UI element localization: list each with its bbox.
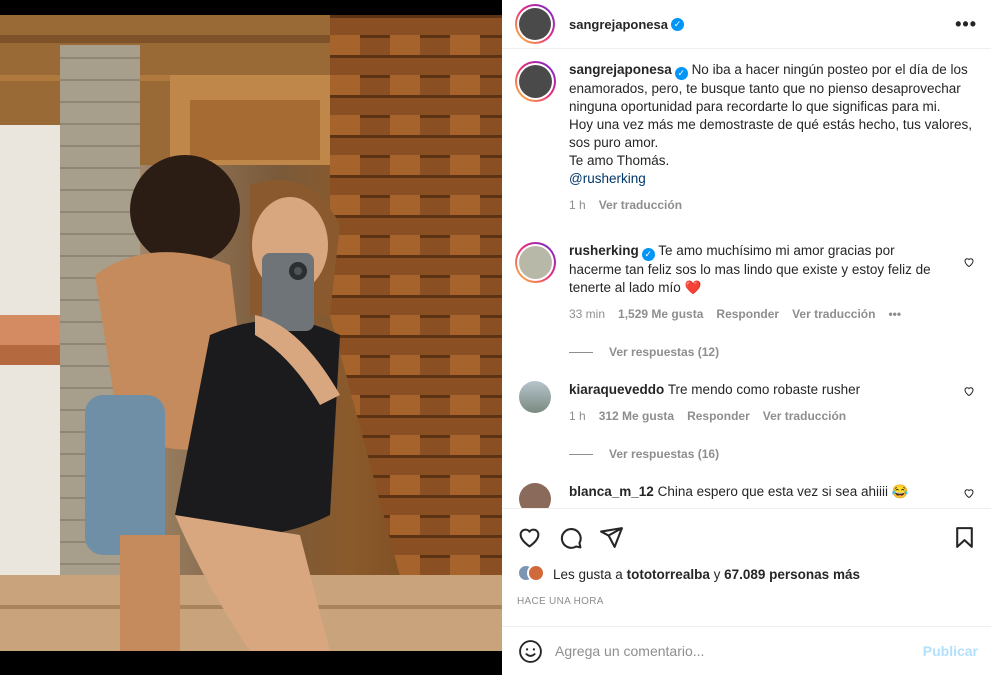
comment-reply-button[interactable]: Responder [687, 407, 750, 425]
publish-button[interactable]: Publicar [923, 643, 978, 659]
likers-avatars[interactable] [517, 564, 545, 584]
comment-like-heart-icon[interactable] [963, 487, 975, 499]
likes-count-link[interactable]: 67.089 personas más [724, 567, 860, 582]
comment-text: China espero que esta vez si sea ahiiii … [657, 484, 909, 499]
verified-icon: ✓ [671, 17, 684, 31]
comment-time[interactable]: 33 min [569, 305, 605, 323]
view-replies-button[interactable]: Ver respuestas (12) [569, 345, 975, 359]
likes-first-user-link[interactable]: tototorrealba [627, 567, 710, 582]
comment-more-icon[interactable]: ••• [888, 305, 901, 323]
comment-text: Tre mendo como robaste rusher [667, 382, 861, 397]
post-photo-illustration [0, 15, 502, 651]
share-plane-icon[interactable] [599, 525, 624, 550]
post-photo-area [0, 0, 502, 675]
post-header: sangrejaponesa ✓ ••• [502, 0, 991, 49]
comment-username[interactable]: rusherking [569, 243, 639, 258]
comment-translate-link[interactable]: Ver traducción [792, 305, 875, 323]
author-avatar-ring[interactable] [515, 4, 555, 44]
caption-avatar[interactable] [519, 65, 552, 98]
save-bookmark-icon[interactable] [952, 525, 977, 550]
caption-mention-link[interactable]: @rusherking [569, 171, 646, 186]
comment-username[interactable]: blanca_m_12 [569, 484, 654, 499]
comment-item: blanca_m_12 China espero que esta vez si… [515, 483, 975, 508]
caption-username[interactable]: sangrejaponesa [569, 62, 672, 77]
replies-divider [569, 453, 593, 455]
caption-text-2: Hoy una vez más me demostraste de qué es… [569, 117, 972, 150]
comment-avatar[interactable] [519, 246, 552, 279]
post-side-panel: sangrejaponesa ✓ ••• sangrejaponesa ✓ No … [502, 0, 991, 675]
like-heart-icon[interactable] [517, 525, 542, 550]
post-timestamp[interactable]: HACE UNA HORA [517, 596, 977, 607]
verified-icon: ✓ [641, 248, 655, 261]
caption-time[interactable]: 1 h [569, 196, 586, 214]
comment-avatar-ring[interactable] [515, 242, 556, 283]
likes-middle: y [713, 566, 721, 582]
verified-icon: ✓ [674, 67, 688, 80]
caption-translate-link[interactable]: Ver traducción [599, 196, 682, 214]
post-actions: Les gusta a tototorrealba y 67.089 perso… [502, 508, 991, 607]
comment-item: rusherking ✓ Te amo muchísimo mi amor gra… [515, 242, 975, 323]
comment-avatar[interactable] [519, 381, 551, 413]
view-replies-label: Ver respuestas (16) [609, 447, 720, 461]
comment-time[interactable]: 1 h [569, 407, 586, 425]
comment-avatar[interactable] [519, 483, 551, 508]
comment-like-heart-icon[interactable] [963, 385, 975, 397]
comment-translate-link[interactable]: Ver traducción [763, 407, 846, 425]
comment-likes-count[interactable]: 1,529 Me gusta [618, 305, 703, 323]
view-replies-label: Ver respuestas (12) [609, 345, 720, 359]
emoji-icon[interactable] [518, 639, 543, 664]
caption-avatar-ring[interactable] [515, 61, 556, 102]
likes-prefix: Les gusta a [553, 566, 623, 582]
caption-text-3: Te amo Thomás. [569, 153, 670, 168]
add-comment-bar: Publicar [502, 626, 991, 675]
comment-item: kiaraqueveddo Tre mendo como robaste rus… [515, 381, 975, 425]
comment-bubble-icon[interactable] [558, 525, 583, 550]
caption: sangrejaponesa ✓ No iba a hacer ningún po… [515, 61, 975, 214]
post-photo[interactable] [0, 15, 502, 651]
comments-scroll[interactable]: sangrejaponesa ✓ No iba a hacer ningún po… [502, 49, 991, 508]
comment-reply-button[interactable]: Responder [716, 305, 779, 323]
comment-input[interactable] [555, 643, 911, 659]
more-options-icon[interactable]: ••• [955, 14, 977, 35]
comment-username[interactable]: kiaraqueveddo [569, 382, 664, 397]
comment-likes-count[interactable]: 312 Me gusta [599, 407, 674, 425]
author-username[interactable]: sangrejaponesa [569, 17, 668, 32]
comment-like-heart-icon[interactable] [963, 256, 975, 268]
view-replies-button[interactable]: Ver respuestas (16) [569, 447, 975, 461]
likes-summary: Les gusta a tototorrealba y 67.089 perso… [517, 564, 977, 584]
author-avatar[interactable] [519, 8, 551, 40]
replies-divider [569, 351, 593, 353]
